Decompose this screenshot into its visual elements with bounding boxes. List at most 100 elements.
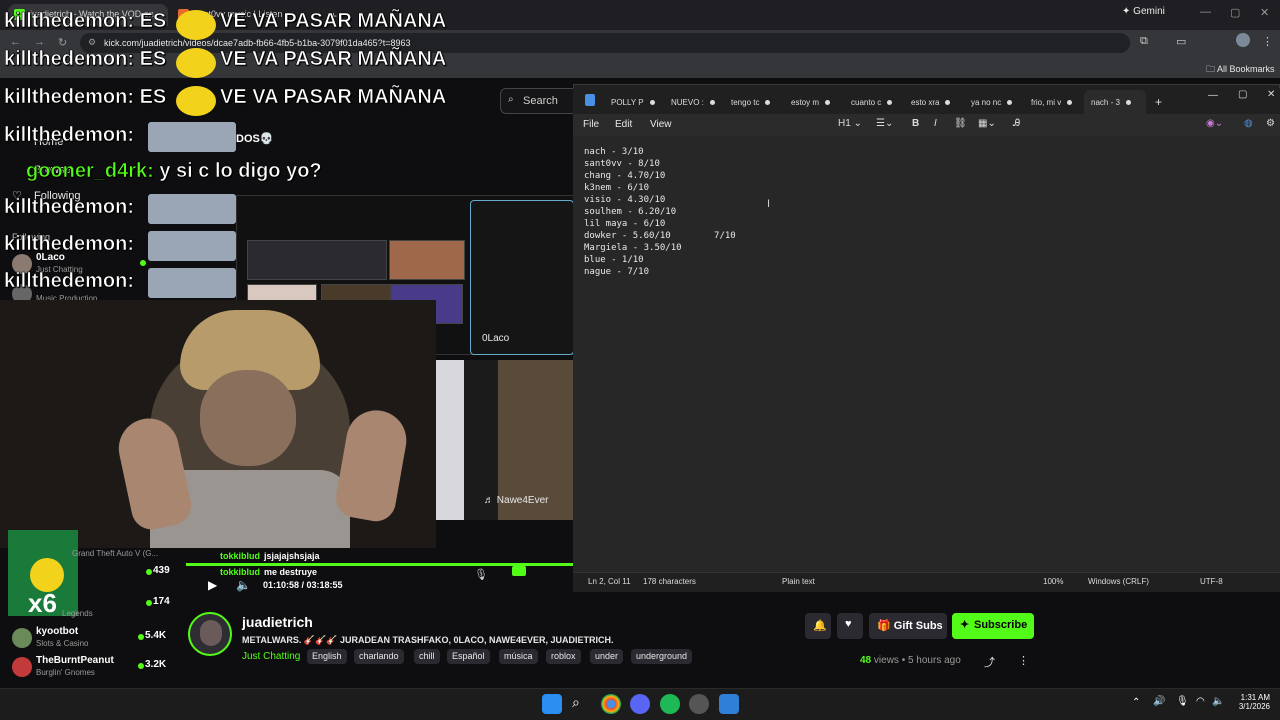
search-icon[interactable]: ⌕ xyxy=(572,694,592,714)
sidebar-user-category: Burglin' Gnomes xyxy=(36,668,95,677)
minimize-icon[interactable]: — xyxy=(1200,6,1211,18)
live-dot xyxy=(140,260,146,266)
menu-view[interactable]: View xyxy=(650,119,672,130)
all-bookmarks-button[interactable]: 🗀 All Bookmarks xyxy=(1206,62,1275,78)
list-dropdown-icon[interactable]: ☰⌄ xyxy=(876,118,893,129)
unsaved-dot-icon xyxy=(765,100,771,106)
overlay-chat-message: killthedemon: xyxy=(4,124,135,147)
wifi-icon[interactable]: ◠ xyxy=(1196,696,1205,707)
stream-tag[interactable]: chill xyxy=(414,649,440,664)
microphone-icon[interactable]: 🎙 xyxy=(1176,696,1189,707)
more-options-icon[interactable]: ⋮ xyxy=(1018,654,1029,667)
table-dropdown-icon[interactable]: ▦⌄ xyxy=(978,118,996,129)
menu-edit[interactable]: Edit xyxy=(615,119,632,130)
chat-message: y si c lo digo yo? xyxy=(159,160,322,183)
chat-message: DOS💀 xyxy=(236,133,274,145)
start-icon[interactable] xyxy=(542,694,562,714)
notepad-tab[interactable]: esto xra xyxy=(911,98,951,107)
minimize-icon[interactable]: — xyxy=(1208,90,1218,101)
status-format[interactable]: Plain text xyxy=(782,577,815,586)
stream-category[interactable]: Just Chatting xyxy=(242,651,300,662)
sidebar-user[interactable]: Legends 174 xyxy=(12,596,170,625)
sidebar-user[interactable]: kyootbot Slots & Casino 5.4K xyxy=(12,626,166,654)
tab-label: POLLY P xyxy=(611,98,644,107)
notepad-tab[interactable]: cuanto c xyxy=(851,98,893,107)
link-icon[interactable]: ⛓ xyxy=(954,118,967,129)
sidebar-user[interactable]: TheBurntPeanut Burglin' Gnomes 3.2K xyxy=(12,655,166,683)
stream-tag[interactable]: under xyxy=(590,649,624,664)
notepad-tab[interactable]: POLLY P xyxy=(611,98,655,107)
menu-kebab-icon[interactable]: ⋮ xyxy=(1262,35,1273,48)
notepad-taskbar-icon[interactable] xyxy=(719,694,739,714)
emote-icon xyxy=(176,48,216,78)
account-icon[interactable]: ◍ xyxy=(1244,118,1253,129)
close-icon[interactable]: ✕ xyxy=(1267,89,1275,100)
sidebar-user-category: Legends xyxy=(62,609,93,618)
notepad-tab[interactable]: tengo tc xyxy=(731,98,771,107)
status-zoom[interactable]: 100% xyxy=(1043,577,1063,586)
profile-avatar[interactable] xyxy=(1236,33,1250,47)
notepad-tab[interactable]: NUEVO : xyxy=(671,98,715,107)
heading-dropdown[interactable]: H1 ⌄ xyxy=(838,118,862,129)
play-icon[interactable]: ▶ xyxy=(208,578,217,592)
extensions-icon[interactable]: ⧉ xyxy=(1140,35,1148,48)
screenshare-tile xyxy=(434,360,464,520)
app-icon[interactable] xyxy=(689,694,709,714)
microphone-icon[interactable]: 🎙 xyxy=(474,568,488,581)
video-timecode: 01:10:58 / 03:18:55 xyxy=(263,580,343,590)
status-encoding[interactable]: UTF-8 xyxy=(1200,577,1223,586)
tray-chevron-icon[interactable]: ⌃ xyxy=(1132,697,1140,708)
notepad-tab[interactable]: estoy m xyxy=(791,98,831,107)
spotify-icon[interactable] xyxy=(660,694,680,714)
live-dot xyxy=(138,663,144,669)
live-dot xyxy=(146,569,152,575)
chat-username: tokkiblud xyxy=(220,567,260,577)
chat-username: killthedemon: xyxy=(4,124,135,147)
forward-icon[interactable]: → xyxy=(34,36,45,48)
volume-icon[interactable]: 🔈 xyxy=(236,578,251,592)
sidebar-user[interactable]: Grand Theft Auto V (G... 439 xyxy=(12,547,170,576)
discord-icon[interactable] xyxy=(630,694,650,714)
stream-tag[interactable]: Español xyxy=(447,649,490,664)
streamer-name[interactable]: juadietrich xyxy=(242,614,313,630)
chat-message: ES xyxy=(139,48,167,71)
status-line-ending[interactable]: Windows (CRLF) xyxy=(1088,577,1149,586)
maximize-icon[interactable]: ▢ xyxy=(1238,89,1247,100)
back-icon[interactable]: ← xyxy=(10,36,21,48)
stream-tag[interactable]: música xyxy=(499,649,538,664)
italic-icon[interactable]: I xyxy=(934,118,937,129)
search-input[interactable]: ⌕ Search xyxy=(500,88,580,114)
stream-tag[interactable]: roblox xyxy=(546,649,581,664)
volume-icon[interactable]: 🔈 xyxy=(1212,696,1224,707)
settings-gear-icon[interactable]: ⚙ xyxy=(1266,118,1275,129)
chat-message: jsjajajshsjaja xyxy=(264,551,320,561)
site-info-icon[interactable]: ⚙ xyxy=(88,37,96,48)
speaker-icon[interactable]: 🔊 xyxy=(1153,696,1165,707)
menu-file[interactable]: File xyxy=(583,119,599,130)
share-icon[interactable]: ⤴ xyxy=(984,654,995,670)
stream-tag[interactable]: underground xyxy=(631,649,693,664)
notification-bell-button[interactable]: 🔔 xyxy=(805,613,831,639)
stream-tag[interactable]: English xyxy=(307,649,347,664)
notepad-tab[interactable]: frio, mi v xyxy=(1031,98,1073,107)
stream-tag[interactable]: charlando xyxy=(354,649,404,664)
cast-icon[interactable]: ▭ xyxy=(1176,35,1186,48)
clear-formatting-icon[interactable]: Ꭿ xyxy=(1013,118,1020,129)
notepad-tab-active[interactable]: nach - 3 xyxy=(1091,98,1131,107)
close-icon[interactable]: ✕ xyxy=(1260,6,1269,19)
gemini-button[interactable]: ✦ Gemini xyxy=(1122,6,1165,17)
chrome-icon[interactable] xyxy=(601,694,621,714)
new-tab-button[interactable]: + xyxy=(1155,95,1162,109)
taskbar-clock[interactable]: 1:31 AM 3/1/2026 xyxy=(1226,693,1270,711)
camera-icon[interactable] xyxy=(512,566,526,576)
notepad-tab[interactable]: ya no nc xyxy=(971,98,1013,107)
follow-heart-button[interactable]: ♥ xyxy=(837,613,863,639)
notepad-editor[interactable] xyxy=(573,136,1280,572)
bold-icon[interactable]: B xyxy=(912,118,919,129)
subscribe-button[interactable]: ✦ Subscribe xyxy=(952,613,1034,639)
chat-message: ES xyxy=(139,86,167,109)
maximize-icon[interactable]: ▢ xyxy=(1230,6,1240,19)
copilot-icon[interactable]: ◉⌄ xyxy=(1206,118,1223,129)
streamer-avatar[interactable] xyxy=(188,612,232,656)
gift-subs-button[interactable]: 🎁 Gift Subs xyxy=(869,613,947,639)
